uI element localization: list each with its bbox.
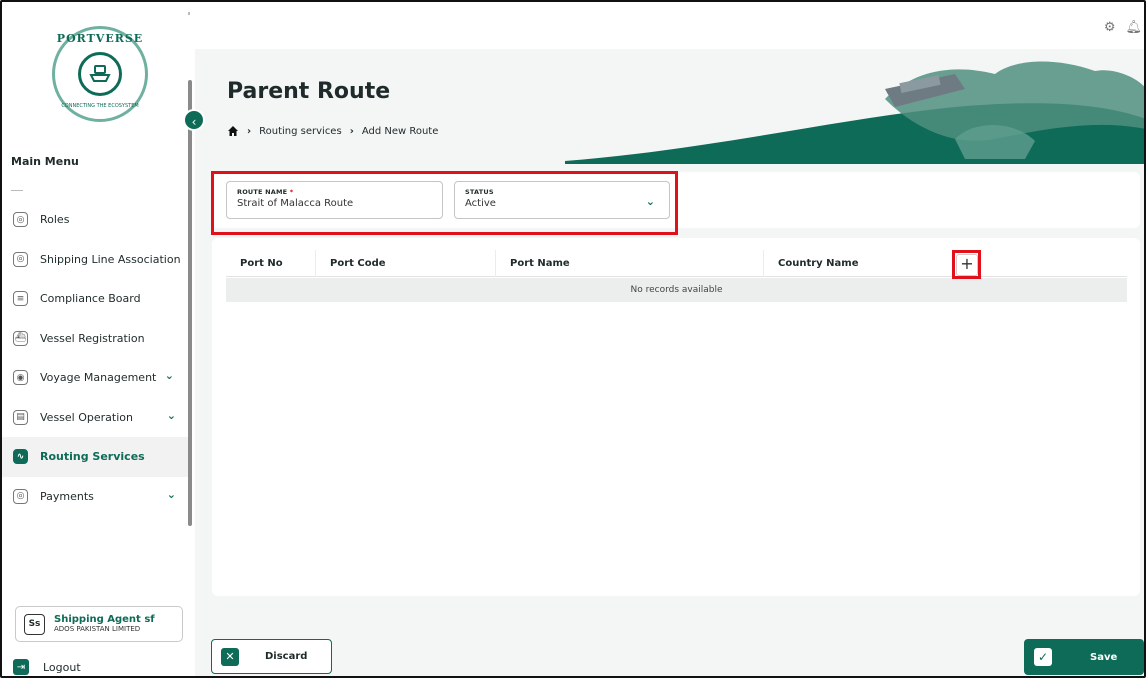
sidebar-item-shipping-line-association[interactable]: ◎ Shipping Line Association — [2, 240, 188, 280]
voyage-icon: ◉ — [13, 370, 28, 386]
portverse-logo: PORTVERSE CONNECTING THE ECOSYSTEM — [52, 26, 148, 122]
sidebar-item-label: Compliance Board — [40, 292, 141, 306]
column-port-code: Port Code — [316, 250, 496, 277]
breadcrumb-separator-icon: › — [247, 125, 252, 137]
logo-text-bottom: CONNECTING THE ECOSYSTEM — [61, 103, 139, 109]
user-profile-card[interactable]: Ss Shipping Agent sf ADOS PAKISTAN LIMIT… — [15, 606, 183, 642]
breadcrumb-add-new-route: Add New Route — [361, 125, 439, 137]
chevron-down-icon[interactable]: ⌄ — [167, 409, 176, 422]
breadcrumb: › Routing services › Add New Route — [227, 125, 438, 137]
vessel-operation-icon: ▤ — [13, 409, 28, 425]
sidebar-item-payments[interactable]: ◎ Payments ⌄ — [2, 477, 188, 517]
home-icon[interactable] — [227, 125, 239, 137]
menu-title: Main Menu — [11, 155, 79, 168]
chevron-down-icon[interactable]: ⌄ — [165, 369, 174, 382]
logout-label: Logout — [43, 660, 81, 674]
breadcrumb-routing-services[interactable]: Routing services — [259, 126, 342, 137]
sidebar-item-label: Voyage Management — [40, 371, 157, 385]
column-country-name: Country Name — [778, 258, 859, 269]
document-icon: ≡ — [13, 291, 28, 307]
column-port-name: Port Name — [496, 250, 764, 277]
column-port-no: Port No — [226, 250, 316, 277]
sidebar: PORTVERSE CONNECTING THE ECOSYSTEM ‹ Mai… — [2, 2, 205, 676]
page-title: Parent Route — [227, 79, 391, 104]
sidebar-scrollbar[interactable] — [188, 80, 192, 526]
sidebar-item-vessel-operation[interactable]: ▤ Vessel Operation ⌄ — [2, 398, 188, 438]
sidebar-item-compliance-board[interactable]: ≡ Compliance Board — [2, 279, 188, 319]
collapse-sidebar-button[interactable]: ‹ — [183, 109, 205, 131]
close-icon: ✕ — [221, 647, 239, 666]
association-icon: ◎ — [13, 251, 28, 267]
scroll-indicator — [188, 12, 190, 15]
payments-icon: ◎ — [13, 488, 28, 504]
check-icon: ✓ — [1034, 648, 1052, 666]
top-icons: ⚙ 🔔︎ — [1104, 20, 1142, 35]
sidebar-item-vessel-registration[interactable]: ⛴ Vessel Registration — [2, 319, 188, 359]
save-label: Save — [1090, 651, 1118, 663]
avatar: Ss — [24, 613, 45, 635]
breadcrumb-separator-icon: › — [349, 125, 354, 137]
sidebar-item-label: Routing Services — [40, 450, 145, 464]
chevron-down-icon[interactable]: ⌄ — [167, 488, 176, 501]
ship-icon: ⛴ — [13, 330, 28, 346]
page-header: Parent Route › Routing services › Add Ne… — [195, 49, 1144, 164]
table-header: Port No Port Code Port Name Country Name — [226, 250, 1127, 277]
ship-logo-icon — [78, 52, 122, 96]
settings-icon[interactable]: ⚙ — [1104, 20, 1116, 35]
notification-bell-icon[interactable]: 🔔︎ — [1125, 20, 1142, 35]
main-menu: ◎ Roles ◎ Shipping Line Association ≡ Co… — [2, 200, 188, 516]
sidebar-item-label: Vessel Registration — [40, 331, 145, 345]
highlight-box-form-fields — [211, 171, 678, 235]
ship-glyph-icon — [89, 65, 111, 82]
highlight-box-add-button — [952, 250, 981, 279]
sidebar-item-label: Roles — [40, 213, 70, 227]
save-button[interactable]: ✓ Save — [1024, 639, 1144, 675]
discard-label: Discard — [265, 651, 308, 662]
main-content: ⚙ 🔔︎ Parent Route › Routing services › A… — [195, 2, 1144, 676]
logout-icon: ⇥ — [13, 659, 29, 675]
user-name: Shipping Agent sf — [54, 614, 155, 625]
logout-button[interactable]: ⇥ Logout — [13, 659, 81, 675]
discard-button[interactable]: ✕ Discard — [211, 639, 332, 674]
user-info: Shipping Agent sf ADOS PAKISTAN LIMITED — [54, 614, 155, 634]
routing-icon: ∿ — [13, 449, 28, 465]
user-organization: ADOS PAKISTAN LIMITED — [54, 625, 141, 633]
top-bar: ⚙ 🔔︎ — [195, 2, 1144, 49]
logo-text-top: PORTVERSE — [56, 32, 144, 45]
sidebar-item-voyage-management[interactable]: ◉ Voyage Management ⌄ — [2, 358, 188, 398]
header-map-illustration — [565, 61, 1144, 164]
ports-table-section: Port No Port Code Port Name Country Name… — [212, 238, 1140, 596]
sidebar-item-roles[interactable]: ◎ Roles — [2, 200, 188, 240]
roles-icon: ◎ — [13, 212, 28, 228]
sidebar-item-label: Payments — [40, 489, 94, 503]
sidebar-item-routing-services[interactable]: ∿ Routing Services — [2, 437, 188, 477]
app-window: PORTVERSE CONNECTING THE ECOSYSTEM ‹ Mai… — [0, 0, 1146, 678]
menu-divider — [11, 190, 23, 191]
empty-state-row: No records available — [226, 278, 1127, 302]
sidebar-item-label: Shipping Line Association — [40, 252, 181, 266]
sidebar-item-label: Vessel Operation — [40, 410, 133, 424]
